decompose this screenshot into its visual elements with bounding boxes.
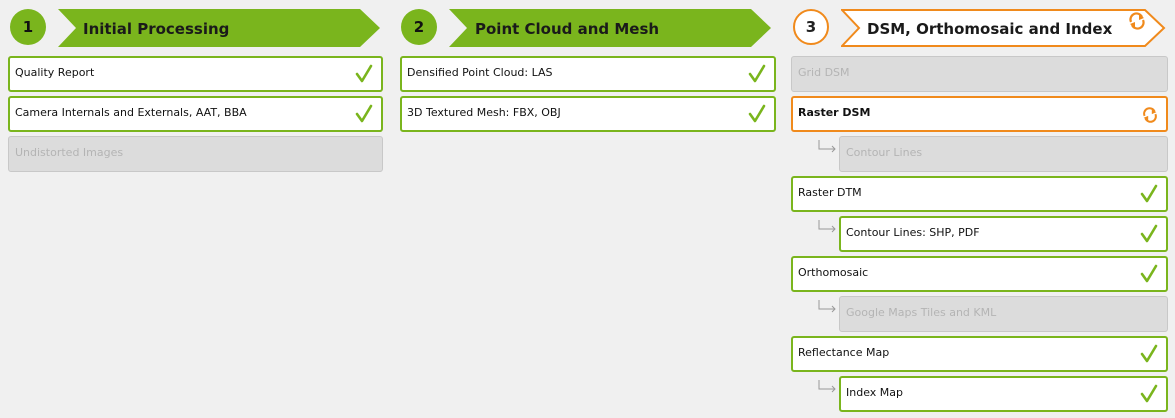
output-contour-lines-shp-pdf[interactable]: Contour Lines: SHP, PDF xyxy=(839,216,1168,252)
check-icon xyxy=(1140,264,1158,283)
step-title-3: DSM, Orthomosaic and Index xyxy=(867,20,1113,38)
item-label: Contour Lines xyxy=(846,146,923,159)
item-label: Contour Lines: SHP, PDF xyxy=(846,226,980,239)
check-icon xyxy=(748,104,766,123)
check-icon xyxy=(1140,344,1158,363)
item-label: Google Maps Tiles and KML xyxy=(846,306,997,319)
column-point-cloud-mesh: 2 Point Cloud and Mesh Densified Point C… xyxy=(400,0,776,132)
branch-connector-icon xyxy=(818,380,836,393)
branch-connector-icon xyxy=(818,140,836,153)
output-3d-textured-mesh[interactable]: 3D Textured Mesh: FBX, OBJ xyxy=(400,96,776,132)
output-undistorted-images: Undistorted Images xyxy=(8,136,383,172)
step-title-1: Initial Processing xyxy=(83,20,230,38)
output-google-maps-tiles: Google Maps Tiles and KML xyxy=(839,296,1168,332)
item-label: Reflectance Map xyxy=(798,346,890,359)
output-camera-internals[interactable]: Camera Internals and Externals, AAT, BBA xyxy=(8,96,383,132)
column-dsm-orthomosaic-index: 3 DSM, Orthomosaic and Index Grid DSM Ra… xyxy=(791,0,1168,412)
branch-connector-icon xyxy=(818,300,836,313)
step-title-2: Point Cloud and Mesh xyxy=(475,20,660,38)
step-banner-3: DSM, Orthomosaic and Index xyxy=(841,9,1166,47)
check-icon xyxy=(355,64,373,83)
step-number-1: 1 xyxy=(10,9,46,45)
item-label: 3D Textured Mesh: FBX, OBJ xyxy=(407,106,561,119)
step-banner-2: Point Cloud and Mesh xyxy=(449,9,771,47)
step-header-1[interactable]: 1 Initial Processing xyxy=(8,0,384,50)
item-label: Undistorted Images xyxy=(15,146,124,159)
step-header-3[interactable]: 3 DSM, Orthomosaic and Index xyxy=(791,0,1168,50)
output-raster-dsm[interactable]: Raster DSM xyxy=(791,96,1168,132)
output-reflectance-map[interactable]: Reflectance Map xyxy=(791,336,1168,372)
item-label: Densified Point Cloud: LAS xyxy=(407,66,553,79)
refresh-icon xyxy=(1143,107,1157,123)
column-initial-processing: 1 Initial Processing Quality Report Came… xyxy=(8,0,384,172)
output-raster-dtm[interactable]: Raster DTM xyxy=(791,176,1168,212)
step-header-2[interactable]: 2 Point Cloud and Mesh xyxy=(400,0,776,50)
item-label: Raster DSM xyxy=(798,106,871,119)
step-banner-1: Initial Processing xyxy=(58,9,380,47)
refresh-icon xyxy=(1129,12,1145,30)
item-label: Raster DTM xyxy=(798,186,862,199)
step-number-3: 3 xyxy=(793,9,829,45)
item-label: Index Map xyxy=(846,386,903,399)
item-label: Orthomosaic xyxy=(798,266,869,279)
check-icon xyxy=(1140,384,1158,403)
output-quality-report[interactable]: Quality Report xyxy=(8,56,383,92)
item-label: Grid DSM xyxy=(798,66,850,79)
check-icon xyxy=(748,64,766,83)
output-densified-point-cloud[interactable]: Densified Point Cloud: LAS xyxy=(400,56,776,92)
output-orthomosaic[interactable]: Orthomosaic xyxy=(791,256,1168,292)
check-icon xyxy=(355,104,373,123)
step-number-2: 2 xyxy=(401,9,437,45)
check-icon xyxy=(1140,224,1158,243)
output-contour-lines: Contour Lines xyxy=(839,136,1168,172)
output-grid-dsm: Grid DSM xyxy=(791,56,1168,92)
item-label: Camera Internals and Externals, AAT, BBA xyxy=(15,106,247,119)
item-label: Quality Report xyxy=(15,66,95,79)
output-index-map[interactable]: Index Map xyxy=(839,376,1168,412)
branch-connector-icon xyxy=(818,220,836,233)
check-icon xyxy=(1140,184,1158,203)
